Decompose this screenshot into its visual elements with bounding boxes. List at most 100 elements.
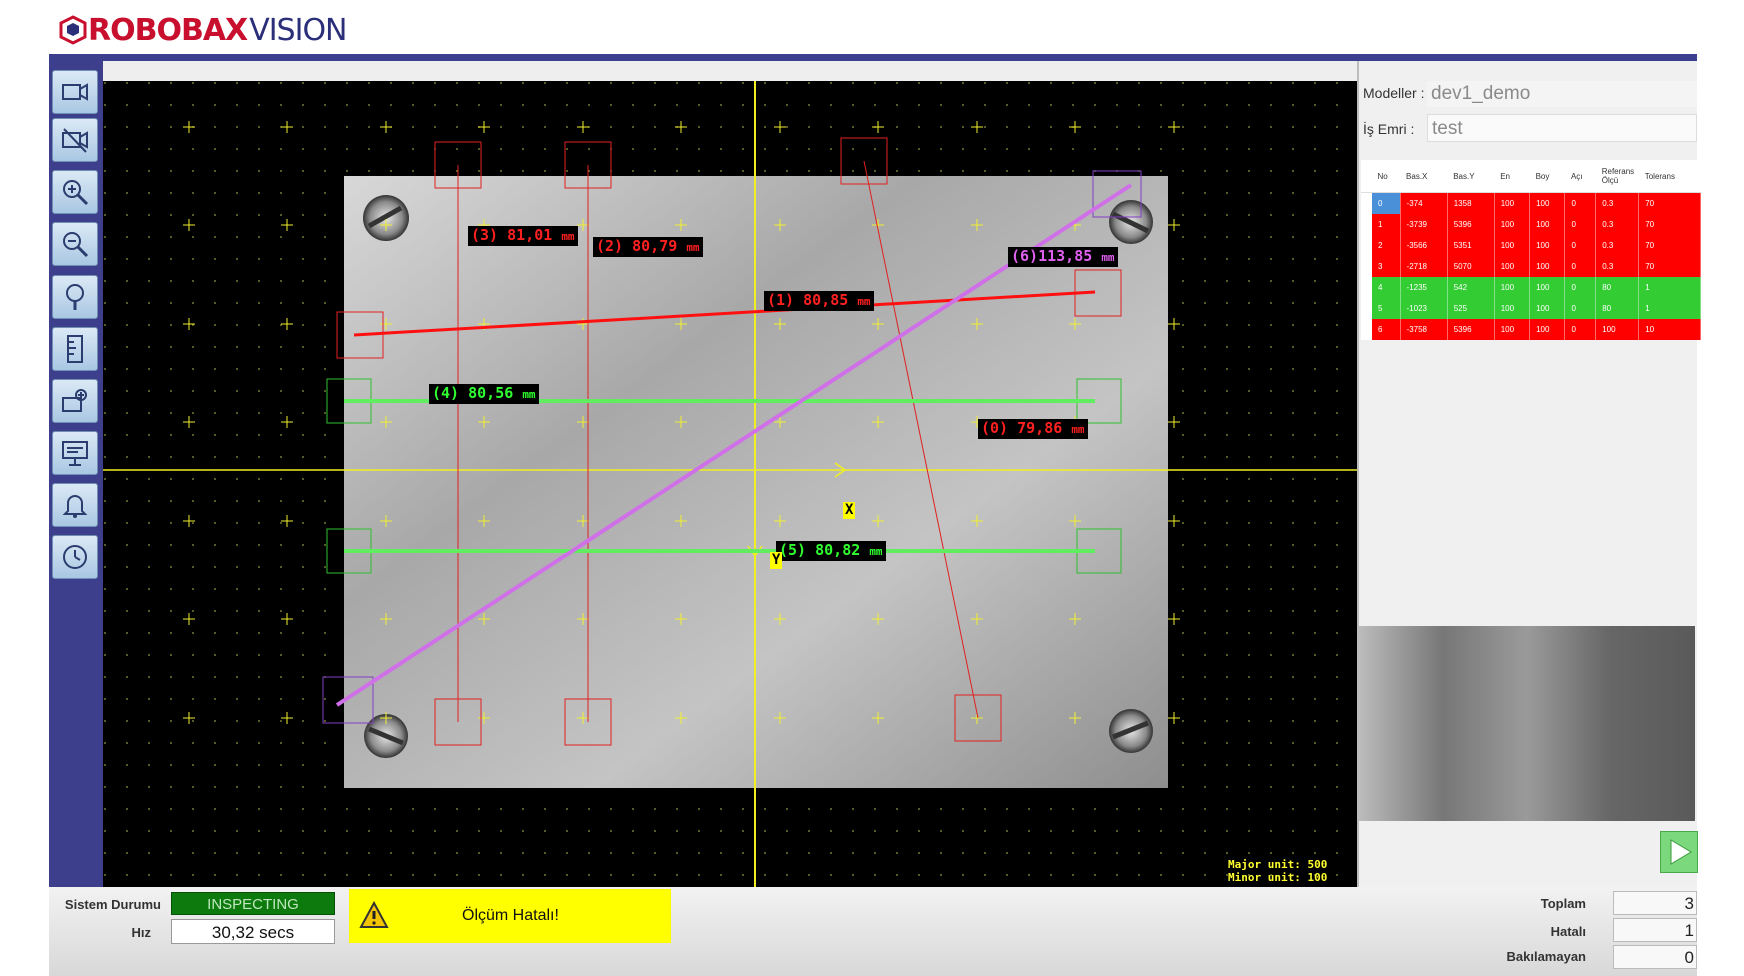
table-cell[interactable]: 100 <box>1494 256 1531 277</box>
table-cell[interactable]: 5070 <box>1447 256 1495 277</box>
table-cell[interactable]: 5396 <box>1447 319 1495 340</box>
table-cell[interactable]: 1 <box>1371 214 1401 235</box>
camera-viewer[interactable]: (3) 81,01 mm (2) 80,79 mm (6)113,85 mm (… <box>103 61 1357 887</box>
table-cell[interactable]: -2718 <box>1400 256 1448 277</box>
table-cell[interactable]: 70 <box>1638 192 1701 214</box>
table-cell[interactable]: -1235 <box>1400 277 1448 298</box>
table-cell[interactable]: 0 <box>1564 277 1597 298</box>
table-cell[interactable]: 100 <box>1529 214 1566 235</box>
table-cell[interactable]: 100 <box>1595 319 1640 340</box>
table-cell[interactable]: 6 <box>1371 319 1401 340</box>
column-header[interactable]: Bas.Y <box>1447 160 1495 193</box>
table-cell[interactable]: 0 <box>1371 192 1401 214</box>
table-cell[interactable]: 70 <box>1638 256 1701 277</box>
table-row[interactable]: 0 -374 1358 100 100 0 0.3 70 <box>1361 192 1701 214</box>
table-cell[interactable]: 70 <box>1638 235 1701 256</box>
table-row[interactable]: 5 -1023 525 100 100 0 80 1 <box>1361 298 1701 319</box>
table-cell[interactable]: 100 <box>1529 256 1566 277</box>
row-selector[interactable] <box>1361 214 1372 235</box>
table-cell[interactable]: 0 <box>1564 214 1597 235</box>
camera-settings-button[interactable] <box>52 379 98 423</box>
notifications-button[interactable] <box>52 483 98 527</box>
table-cell[interactable]: 3 <box>1371 256 1401 277</box>
table-cell[interactable]: 70 <box>1638 214 1701 235</box>
table-cell[interactable]: 0.3 <box>1595 256 1640 277</box>
table-cell[interactable]: -1023 <box>1400 298 1448 319</box>
speed-value: 30,32 secs <box>171 919 335 944</box>
job-field[interactable]: test <box>1427 114 1697 142</box>
table-cell[interactable]: 100 <box>1529 298 1566 319</box>
table-cell[interactable]: 100 <box>1494 192 1531 214</box>
presentation-button[interactable] <box>52 431 98 475</box>
table-cell[interactable]: 100 <box>1529 192 1566 214</box>
camera-off-button[interactable] <box>52 118 98 162</box>
camera-off-icon <box>62 128 88 153</box>
row-selector[interactable] <box>1361 235 1372 256</box>
row-selector[interactable] <box>1361 277 1372 298</box>
row-selector[interactable] <box>1361 298 1372 319</box>
table-cell[interactable]: 0 <box>1564 235 1597 256</box>
zoom-out-button[interactable] <box>52 222 98 266</box>
table-cell[interactable]: 100 <box>1494 319 1531 340</box>
table-cell[interactable]: -374 <box>1400 192 1448 214</box>
column-header[interactable]: En <box>1494 160 1530 193</box>
table-cell[interactable]: -3566 <box>1400 235 1448 256</box>
table-cell[interactable]: 0 <box>1564 256 1597 277</box>
column-header[interactable]: No <box>1371 160 1401 193</box>
table-cell[interactable]: 10 <box>1638 319 1701 340</box>
table-cell[interactable]: 100 <box>1494 235 1531 256</box>
table-cell[interactable]: 100 <box>1494 298 1531 319</box>
bell-icon <box>62 495 88 518</box>
history-button[interactable] <box>52 535 98 579</box>
table-cell[interactable]: 0.3 <box>1595 214 1640 235</box>
table-cell[interactable]: 0 <box>1564 192 1597 214</box>
table-cell[interactable]: 1 <box>1638 277 1701 298</box>
top-divider <box>49 54 1697 61</box>
app-logo: ROBOBAX VISION <box>58 10 348 50</box>
table-cell[interactable]: 0.3 <box>1595 192 1640 214</box>
table-row[interactable]: 4 -1235 542 100 100 0 80 1 <box>1361 277 1701 298</box>
column-header[interactable]: Boy <box>1529 160 1565 193</box>
table-cell[interactable]: 0 <box>1564 298 1597 319</box>
table-row[interactable]: 6 -3758 5396 100 100 0 100 10 <box>1361 319 1701 340</box>
zoom-in-button[interactable] <box>52 170 98 214</box>
table-row[interactable]: 2 -3566 5351 100 100 0 0.3 70 <box>1361 235 1701 256</box>
table-row[interactable]: 1 -3739 5396 100 100 0 0.3 70 <box>1361 214 1701 235</box>
table-cell[interactable]: -3758 <box>1400 319 1448 340</box>
measurement-table[interactable]: No Bas.X Bas.Y En Boy Açı Referans Ölçü … <box>1361 160 1701 340</box>
table-cell[interactable]: 80 <box>1595 277 1640 298</box>
table-cell[interactable]: 100 <box>1494 214 1531 235</box>
model-field[interactable]: dev1_demo <box>1427 81 1697 107</box>
table-cell[interactable]: 542 <box>1447 277 1495 298</box>
table-cell[interactable]: 4 <box>1371 277 1401 298</box>
table-cell[interactable]: 525 <box>1447 298 1495 319</box>
camera-button[interactable] <box>52 70 98 114</box>
column-header[interactable]: Açı <box>1564 160 1596 193</box>
search-button[interactable] <box>52 275 98 319</box>
table-cell[interactable]: 5351 <box>1447 235 1495 256</box>
table-cell[interactable]: 5396 <box>1447 214 1495 235</box>
row-selector[interactable] <box>1361 192 1372 214</box>
ruler-button[interactable] <box>52 327 98 371</box>
column-header[interactable]: Tolerans <box>1638 160 1701 193</box>
table-cell[interactable]: 100 <box>1529 319 1566 340</box>
column-header[interactable]: Referans Ölçü <box>1595 160 1639 193</box>
table-cell[interactable]: 1358 <box>1447 192 1495 214</box>
table-cell[interactable]: 100 <box>1529 277 1566 298</box>
column-header[interactable]: Bas.X <box>1400 160 1448 193</box>
table-cell[interactable]: 2 <box>1371 235 1401 256</box>
table-cell[interactable]: 80 <box>1595 298 1640 319</box>
table-row[interactable]: 3 -2718 5070 100 100 0 0.3 70 <box>1361 256 1701 277</box>
table-header-row: No Bas.X Bas.Y En Boy Açı Referans Ölçü … <box>1361 160 1701 193</box>
row-selector[interactable] <box>1361 319 1372 340</box>
row-selector[interactable] <box>1361 256 1372 277</box>
table-cell[interactable]: 100 <box>1529 235 1566 256</box>
clock-icon <box>63 545 87 569</box>
table-cell[interactable]: 5 <box>1371 298 1401 319</box>
table-cell[interactable]: 100 <box>1494 277 1531 298</box>
play-button[interactable] <box>1660 831 1698 873</box>
table-cell[interactable]: -3739 <box>1400 214 1448 235</box>
table-cell[interactable]: 0.3 <box>1595 235 1640 256</box>
table-cell[interactable]: 0 <box>1564 319 1597 340</box>
table-cell[interactable]: 1 <box>1638 298 1701 319</box>
